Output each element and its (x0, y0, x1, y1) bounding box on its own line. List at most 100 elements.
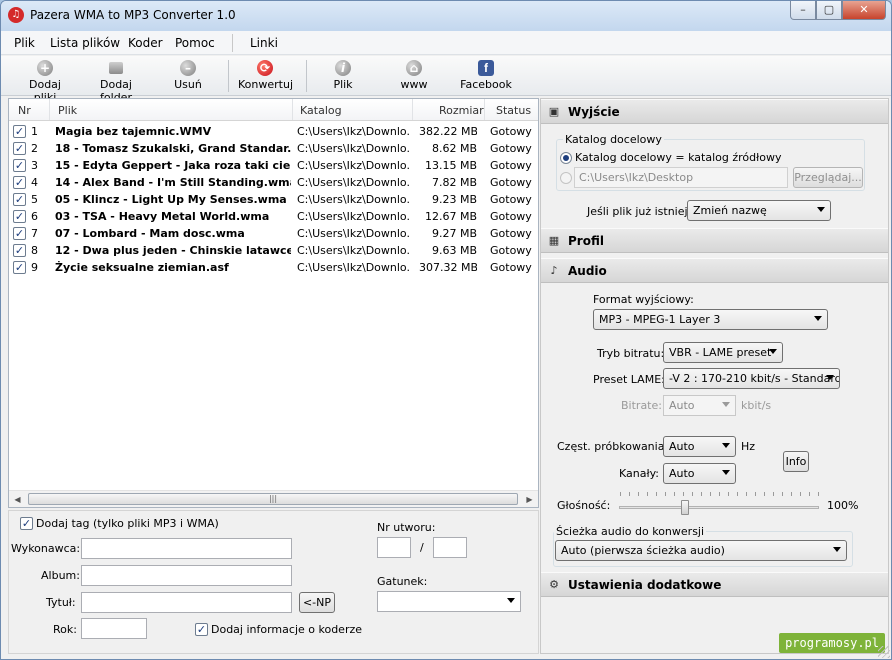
bitrate-mode-select[interactable]: VBR - LAME preset (663, 342, 783, 363)
preset-select[interactable]: -V 2 : 170-210 kbit/s - Standard (663, 368, 840, 389)
row-nr: 9 (31, 261, 38, 274)
menu-pomoc[interactable]: Pomoc (175, 36, 215, 50)
row-dir: C:\Users\Ikz\Downlo... (297, 261, 410, 274)
row-status: Gotowy (490, 193, 532, 206)
window-title: Pazera WMA to MP3 Converter 1.0 (30, 8, 236, 22)
horizontal-scrollbar[interactable]: ◀ ||| ▶ (9, 490, 538, 507)
section-audio[interactable]: ♪ Audio (541, 258, 888, 283)
column-size[interactable]: Rozmiar (439, 104, 484, 117)
section-profile[interactable]: ▦ Profil (541, 228, 888, 253)
menu-lista-plikow[interactable]: Lista plików (50, 36, 120, 50)
menu-linki[interactable]: Linki (250, 36, 278, 50)
row-nr: 7 (31, 227, 38, 240)
row-dir: C:\Users\Ikz\Downlo... (297, 159, 410, 172)
checkbox[interactable]: ✓ (13, 261, 26, 274)
section-extra-settings[interactable]: ⚙ Ustawienia dodatkowe (541, 572, 888, 597)
checkbox[interactable]: ✓ (13, 244, 26, 257)
scroll-thumb[interactable]: ||| (28, 493, 518, 505)
convert-button[interactable]: ⟳ Konwertuj (238, 60, 293, 91)
column-file[interactable]: Plik (58, 104, 77, 117)
browse-button[interactable]: Przeglądaj... (793, 167, 863, 188)
file-list[interactable]: Nr Plik Katalog Rozmiar Status ✓ 1 Magia b… (8, 98, 539, 508)
resize-grip[interactable] (878, 646, 890, 658)
row-file: 03 - TSA - Heavy Metal World.wma (55, 210, 270, 223)
channels-label: Kanały: (619, 467, 660, 480)
window-controls: – ▢ ✕ (790, 1, 886, 21)
remove-button[interactable]: – Usuń (173, 60, 203, 91)
checkbox[interactable]: ✓ (13, 210, 26, 223)
table-row[interactable]: ✓ 9 Życie seksualne ziemian.asf C:\Users\Ik… (9, 259, 538, 276)
row-nr: 3 (31, 159, 38, 172)
table-row[interactable]: ✓ 1 Magia bez tajemnic.WMV C:\Users\Ikz\Dow… (9, 123, 538, 140)
volume-ticks (620, 492, 820, 496)
row-nr: 1 (31, 125, 38, 138)
checkbox[interactable]: ✓ (13, 142, 26, 155)
encoder-info-checkbox[interactable]: ✓ (195, 623, 208, 636)
checkbox[interactable]: ✓ (13, 176, 26, 189)
same-dir-radio[interactable] (560, 152, 572, 164)
target-dir-field[interactable]: C:\Users\Ikz\Desktop (574, 167, 788, 188)
checkbox[interactable]: ✓ (13, 193, 26, 206)
checkbox[interactable]: ✓ (13, 159, 26, 172)
checkbox[interactable]: ✓ (13, 125, 26, 138)
add-tag-checkbox[interactable]: ✓ (20, 517, 33, 530)
table-row[interactable]: ✓ 6 03 - TSA - Heavy Metal World.wma C:\Use… (9, 208, 538, 225)
title-bar[interactable]: ♫ Pazera WMA to MP3 Converter 1.0 – ▢ ✕ (1, 1, 891, 31)
title-field[interactable] (81, 592, 292, 613)
column-separator (484, 99, 485, 120)
bitrate-select[interactable]: Auto (663, 395, 736, 416)
file-info-button[interactable]: i Plik (328, 60, 358, 91)
sample-rate-select[interactable]: Auto (663, 436, 736, 457)
row-size: 8.62 MB (431, 142, 477, 155)
www-button[interactable]: ⌂ www (399, 60, 429, 91)
maximize-button[interactable]: ▢ (816, 1, 842, 20)
row-status: Gotowy (490, 125, 532, 138)
row-file: 05 - Klincz - Light Up My Senses.wma (55, 193, 287, 206)
row-file: Życie seksualne ziemian.asf (55, 261, 229, 274)
year-field[interactable] (81, 618, 147, 639)
artist-field[interactable] (81, 538, 292, 559)
row-size: 307.32 MB (419, 261, 477, 274)
column-dir[interactable]: Katalog (300, 104, 342, 117)
toolbar: + Dodaj pliki Dodaj folder – Usuń ⟳ Konw… (1, 56, 891, 104)
channels-select[interactable]: Auto (663, 463, 736, 484)
menu-plik[interactable]: Plik (14, 36, 35, 50)
row-file: 14 - Alex Band - I'm Still Standing.wma (55, 176, 291, 189)
sample-rate-unit: Hz (741, 440, 756, 453)
table-row[interactable]: ✓ 5 05 - Klincz - Light Up My Senses.wma C:… (9, 191, 538, 208)
track-number-field[interactable] (377, 537, 411, 558)
checkbox[interactable]: ✓ (13, 227, 26, 240)
np-button[interactable]: <-NP (299, 592, 335, 613)
track-total-field[interactable] (433, 537, 467, 558)
track-separator: / (420, 541, 424, 554)
volume-slider[interactable] (619, 506, 819, 509)
minimize-button[interactable]: – (790, 1, 816, 20)
table-row[interactable]: ✓ 4 14 - Alex Band - I'm Still Standing.wm… (9, 174, 538, 191)
section-output[interactable]: ▣ Wyjście (541, 99, 888, 124)
table-row[interactable]: ✓ 7 07 - Lombard - Mam dosc.wma C:\Users\Ik… (9, 225, 538, 242)
info-button[interactable]: Info (783, 451, 809, 472)
file-exists-select[interactable]: Zmień nazwę (687, 200, 831, 221)
close-button[interactable]: ✕ (842, 1, 886, 20)
column-status[interactable]: Status (496, 104, 531, 117)
row-status: Gotowy (490, 142, 532, 155)
genre-select[interactable] (377, 591, 521, 612)
custom-dir-radio[interactable] (560, 172, 572, 184)
table-row[interactable]: ✓ 3 15 - Edyta Geppert - Jaka roza taki ci… (9, 157, 538, 174)
row-dir: C:\Users\Ikz\Downlo... (297, 142, 410, 155)
column-nr[interactable]: Nr (18, 104, 31, 117)
scroll-left-icon[interactable]: ◀ (9, 491, 26, 507)
scroll-right-icon[interactable]: ▶ (521, 491, 538, 507)
chevron-down-icon (722, 470, 730, 475)
audio-track-select[interactable]: Auto (pierwsza ścieżka audio) (555, 540, 847, 561)
facebook-button[interactable]: f Facebook (460, 60, 512, 91)
table-row[interactable]: ✓ 8 12 - Dwa plus jeden - Chinskie latawce… (9, 242, 538, 259)
table-row[interactable]: ✓ 2 18 - Tomasz Szukalski, Grand Standar..… (9, 140, 538, 157)
album-field[interactable] (81, 565, 292, 586)
menu-koder[interactable]: Koder (128, 36, 163, 50)
volume-slider-thumb[interactable] (681, 500, 689, 515)
row-status: Gotowy (490, 227, 532, 240)
row-dir: C:\Users\Ikz\Downlo... (297, 176, 410, 189)
chevron-down-icon (826, 375, 834, 380)
format-select[interactable]: MP3 - MPEG-1 Layer 3 (593, 309, 828, 330)
